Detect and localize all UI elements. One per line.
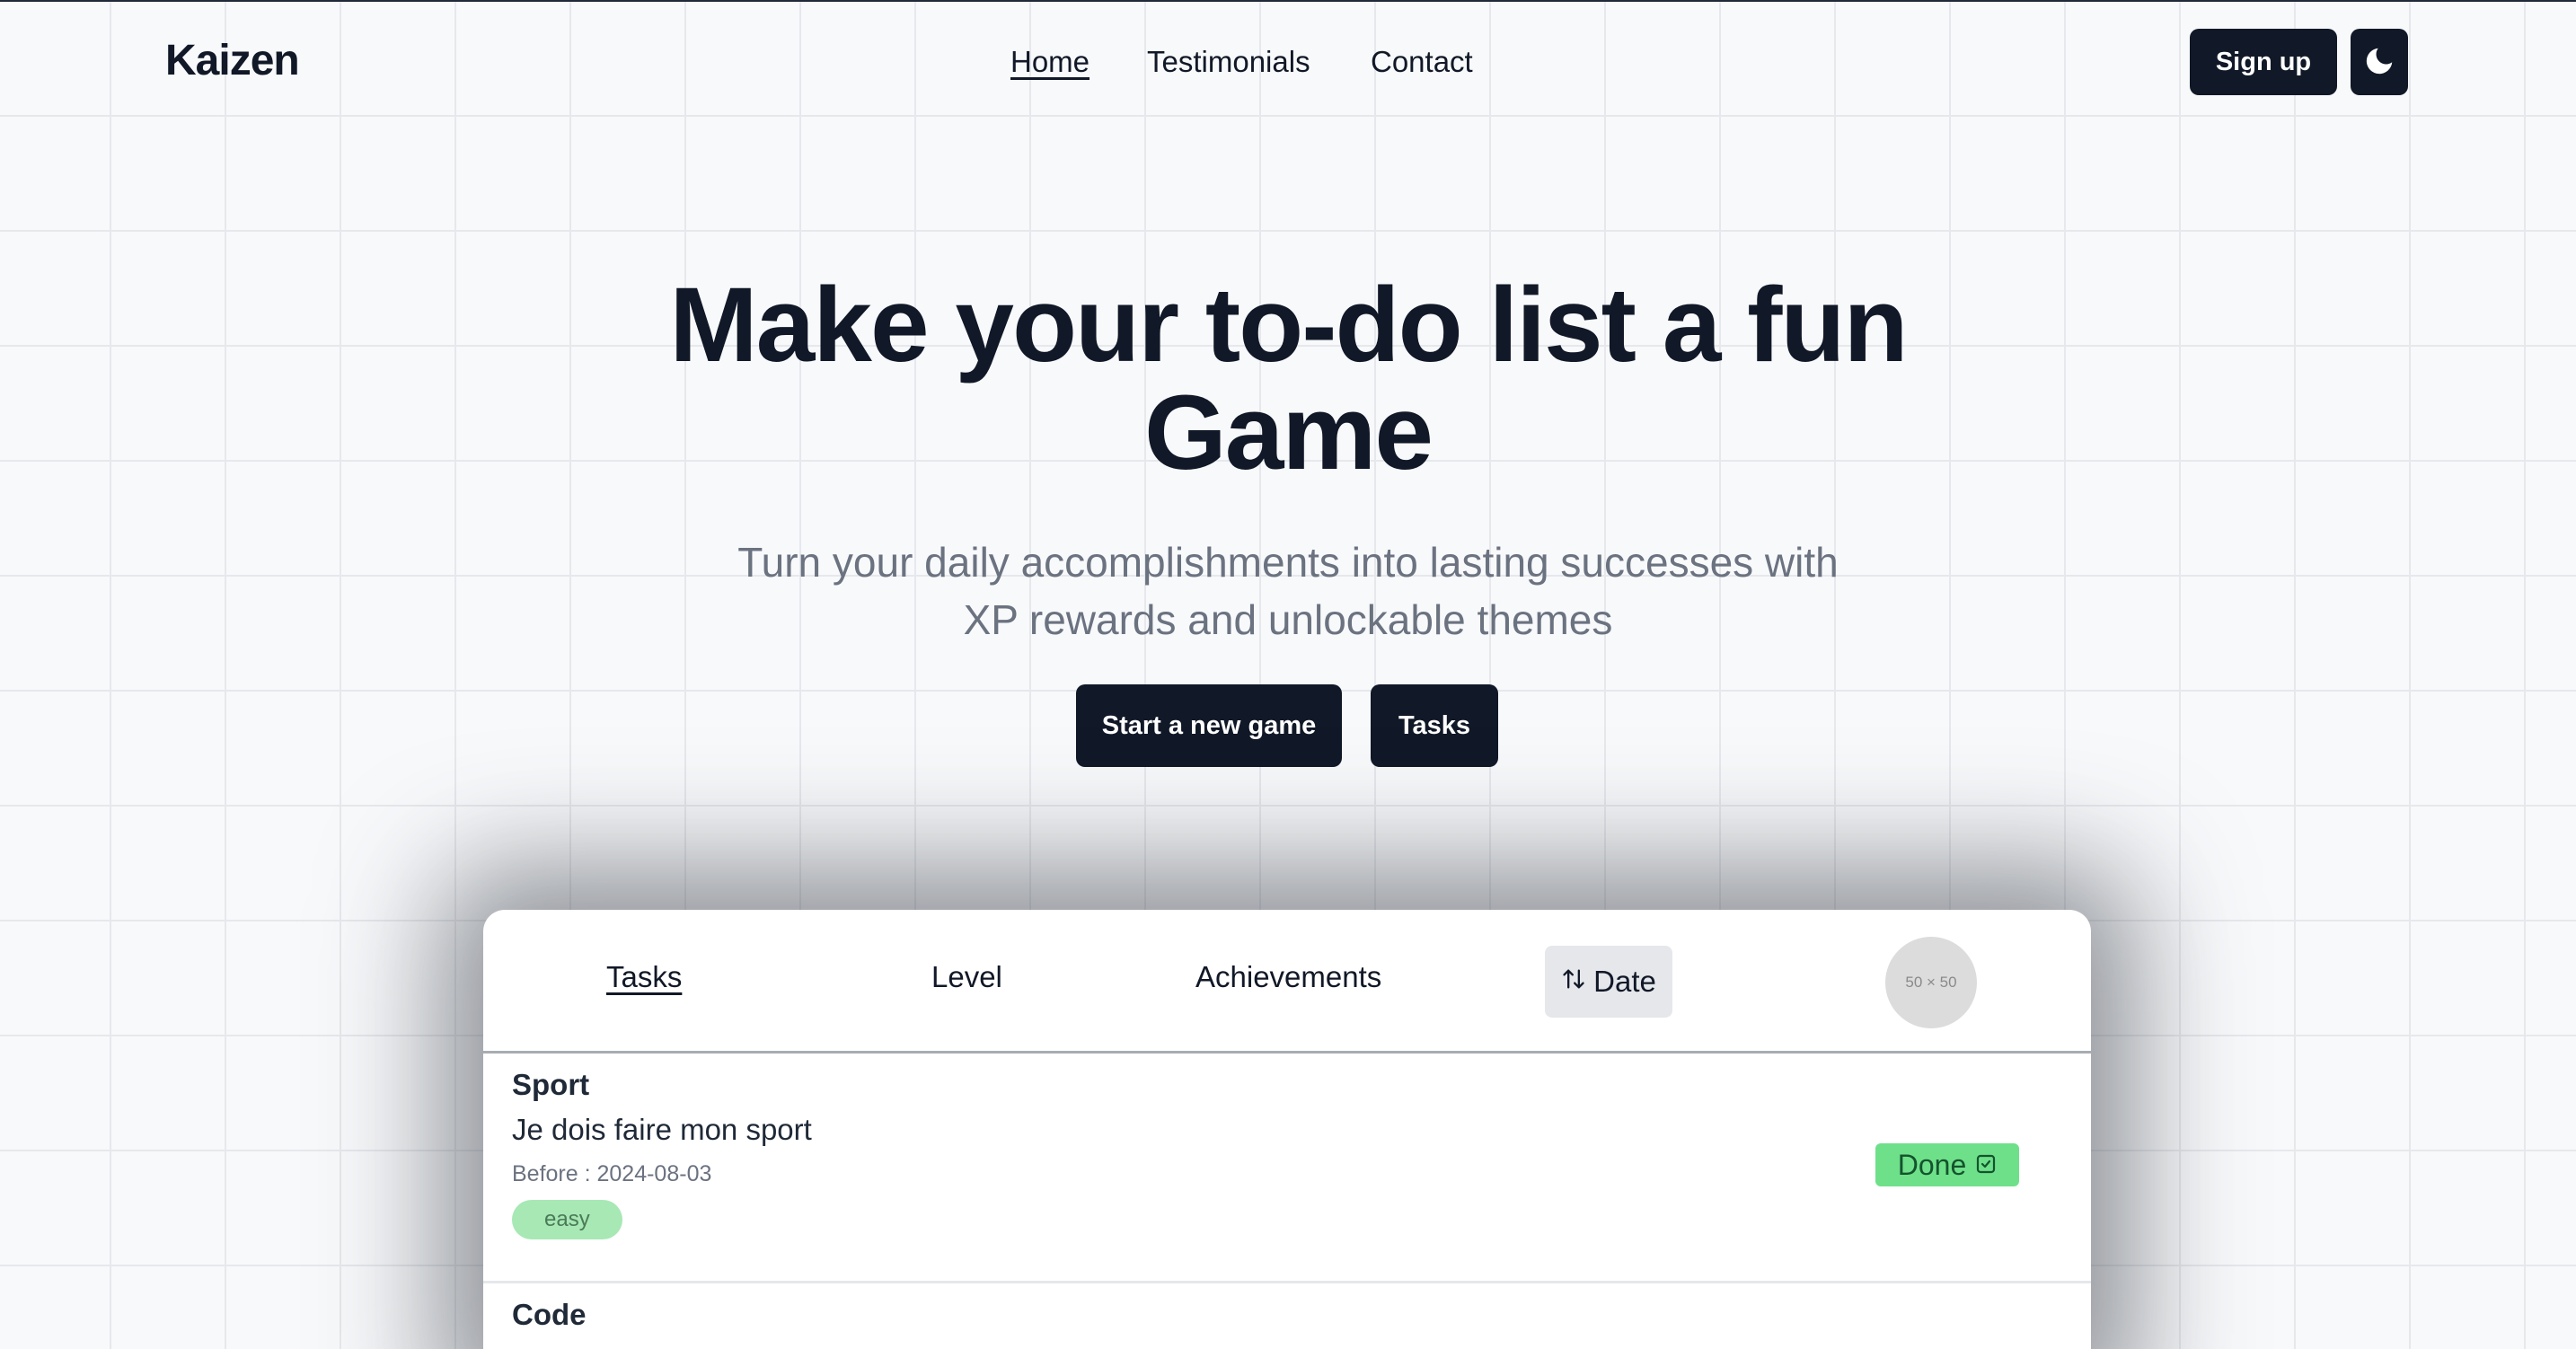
tab-achievements[interactable]: Achievements [1195,960,1381,994]
task-item[interactable]: Code [483,1283,2091,1332]
nav-link-contact[interactable]: Contact [1371,45,1473,79]
sort-label: Date [1593,965,1656,998]
checkbox-checked-icon [1975,1149,1997,1182]
app-preview: Tasks Level Achievements Date 50 × 50 Sp… [483,910,2091,1349]
done-button[interactable]: Done [1875,1143,2019,1186]
theme-toggle-button[interactable] [2351,29,2408,95]
tab-level[interactable]: Level [931,960,1002,994]
nav-link-testimonials[interactable]: Testimonials [1147,45,1310,79]
hero-title-line-2: Game [1144,374,1434,492]
hero-title: Make your to-do list a fun Game [0,271,2576,487]
hero-subtitle-line-1: Turn your daily accomplishments into las… [737,539,1839,586]
hero-subtitle: Turn your daily accomplishments into las… [0,533,2576,648]
start-new-game-button[interactable]: Start a new game [1076,684,1342,767]
task-category: Sport [512,1068,590,1101]
sort-arrows-icon [1561,965,1586,999]
preview-nav: Tasks Level Achievements Date 50 × 50 [483,910,2091,1054]
task-item[interactable]: Sport Je dois faire mon sport Before : 2… [483,1054,2091,1283]
brand-logo[interactable]: Kaizen [165,36,300,85]
done-label: Done [1897,1148,1967,1181]
task-due-date: Before : 2024-08-03 [512,1161,712,1186]
signup-button[interactable]: Sign up [2190,29,2337,95]
difficulty-badge: easy [512,1200,622,1239]
nav-link-home[interactable]: Home [1010,45,1090,79]
hero-title-line-1: Make your to-do list a fun [669,266,1908,384]
task-description: Je dois faire mon sport [512,1113,812,1146]
tab-tasks[interactable]: Tasks [606,960,682,994]
sort-date-button[interactable]: Date [1545,946,1672,1018]
avatar[interactable]: 50 × 50 [1885,937,1977,1028]
hero-subtitle-line-2: XP rewards and unlockable themes [963,596,1613,643]
tasks-button[interactable]: Tasks [1371,684,1498,767]
moon-icon [2362,44,2396,81]
task-category: Code [512,1298,587,1331]
